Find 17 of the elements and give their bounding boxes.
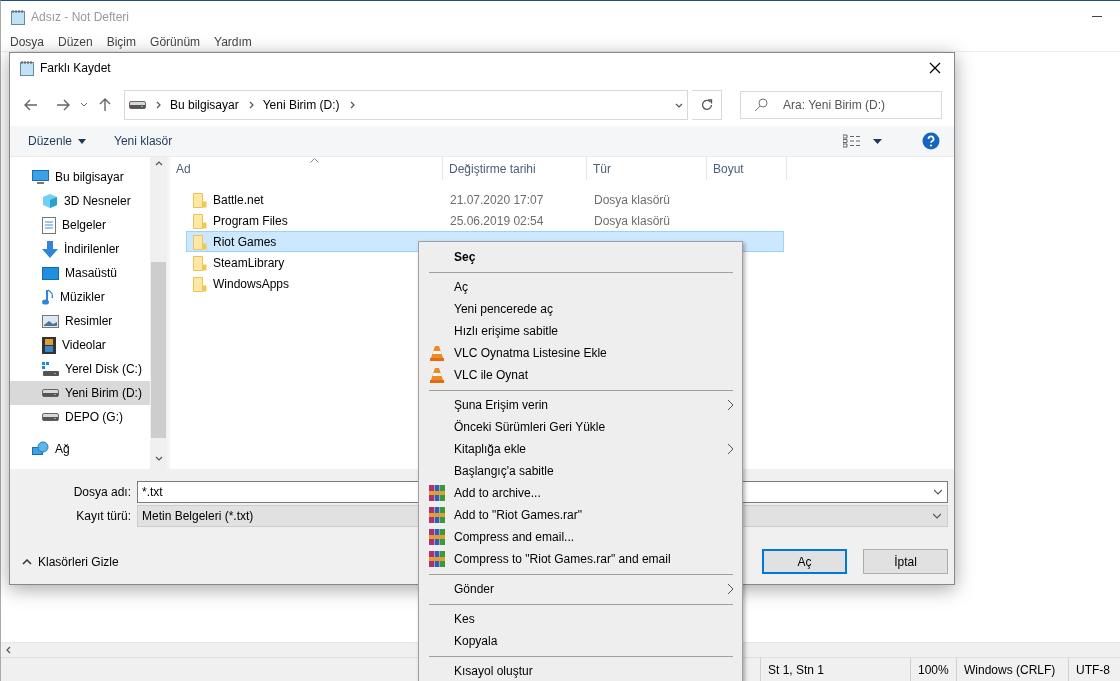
modified-date: 25.06.2019 02:54 <box>450 213 544 228</box>
dialog-title: Farklı Kaydet <box>40 61 111 75</box>
field-label: Kayıt türü: <box>75 509 132 523</box>
file-type: Dosya klasörü <box>594 192 671 207</box>
file-type: Dosya klasörü <box>594 213 671 228</box>
file-name: Battle.net <box>213 192 264 207</box>
modified-date: 21.07.2020 17:07 <box>450 192 544 207</box>
field-label: Dosya adı: <box>72 485 132 499</box>
status-text: St 1, Stn 1 <box>768 662 825 677</box>
status-text: Windows (CRLF) <box>964 662 1056 677</box>
file-name: WindowsApps <box>213 276 290 291</box>
file-name: Riot Games <box>213 234 277 249</box>
file-name: Program Files <box>213 213 288 228</box>
window-title: Adsız - Not Defteri <box>31 9 130 24</box>
status-text: UTF-8 <box>1076 662 1110 677</box>
status-text: 100% <box>918 662 949 677</box>
file-name: SteamLibrary <box>213 255 285 270</box>
